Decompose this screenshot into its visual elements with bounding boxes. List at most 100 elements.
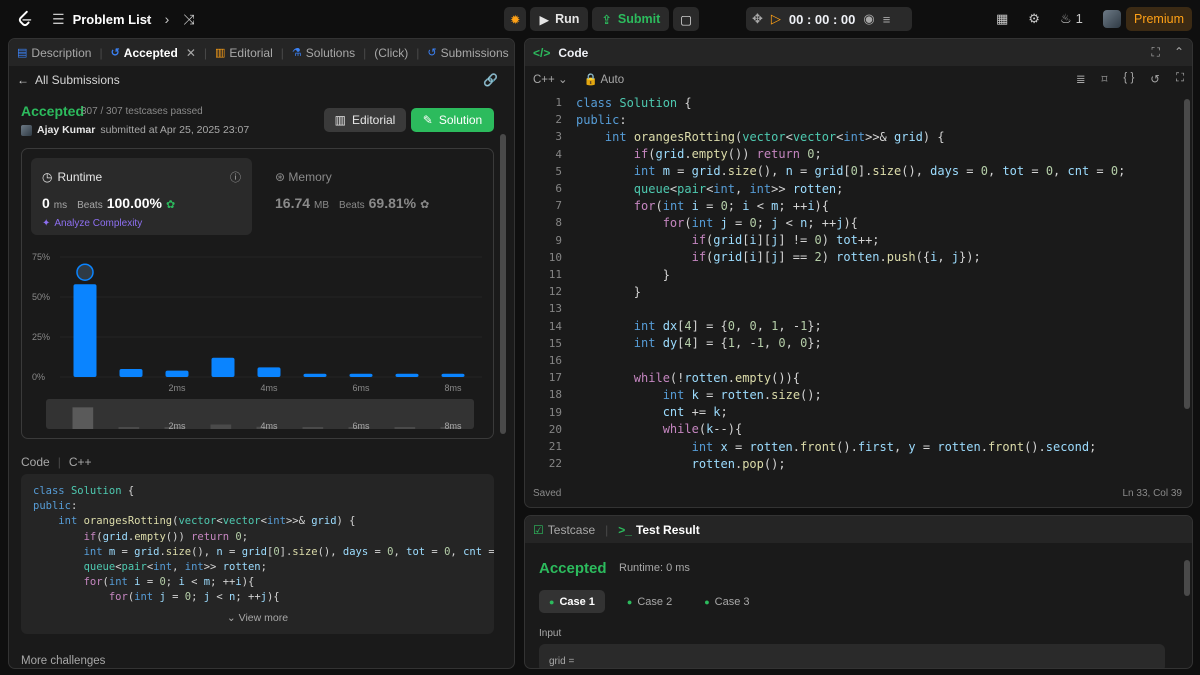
memory-card[interactable]: ⊛ Memory 16.74 MB Beats 69.81% ✿ <box>264 158 484 235</box>
memory-beats-label: Beats <box>339 200 365 211</box>
tab-submissions[interactable]: ↺ Submissions <box>427 46 508 60</box>
input-box: grid = <box>539 644 1165 668</box>
code-line[interactable]: 13 <box>525 300 576 317</box>
code-line[interactable]: 7 for(int i = 0; i < m; ++i){ <box>525 197 829 214</box>
case-tab-2[interactable]: ● Case 2 <box>617 590 682 613</box>
link-icon[interactable]: 🔗 <box>483 73 498 87</box>
editor-scrollbar[interactable] <box>1184 99 1190 409</box>
chart-bar[interactable] <box>165 370 189 377</box>
test-result-status: Accepted <box>539 560 607 577</box>
premium-button[interactable]: Premium <box>1126 7 1192 31</box>
user-avatar-marker <box>76 263 94 281</box>
line-number: 13 <box>548 302 562 316</box>
streak-counter[interactable]: ♨ 1 <box>1060 11 1083 27</box>
top-bar: ☰ Problem List ‹ › ⤨ ✹ ▶ Run ⇪ Submit ▢ … <box>0 0 1200 38</box>
gear-icon[interactable]: ⚙ <box>1028 11 1040 27</box>
input-value: grid = <box>549 656 575 667</box>
prev-problem-icon[interactable]: ‹ <box>146 11 151 27</box>
code-line[interactable]: 19 cnt += k; <box>525 404 728 421</box>
tab-solutions[interactable]: ⚗ Solutions <box>292 46 355 60</box>
code-line[interactable]: 9 if(grid[i][j] != 0) tot++; <box>525 232 879 249</box>
chart-bar[interactable] <box>303 373 327 377</box>
code-line[interactable]: 22 rotten.pop(); <box>525 455 786 472</box>
case-tab-3[interactable]: ● Case 3 <box>694 590 759 613</box>
code-editor[interactable]: 1 class Solution {2 public: 3 int orangesRo… <box>525 92 1185 477</box>
sliders-icon[interactable]: ≡ <box>883 12 891 27</box>
submitter-avatar[interactable] <box>21 124 32 136</box>
chevron-up-icon[interactable]: ⌃ <box>1174 45 1184 60</box>
left-tab-bar: ▤ Description | ↺ Accepted ✕ | ▥ Editorial |… <box>9 39 514 66</box>
solution-button[interactable]: ✎ Solution <box>411 108 494 132</box>
tab-testcase[interactable]: ☑ Testcase <box>533 523 595 537</box>
y-tick-label: 75% <box>32 252 50 262</box>
code-line[interactable]: 2 public: <box>525 111 626 128</box>
chart-bar[interactable] <box>395 373 419 377</box>
bookmark-icon[interactable]: ⌑ <box>1102 72 1108 86</box>
code-line[interactable]: 5 int m = grid.size(), n = grid[0].size(… <box>525 163 1125 180</box>
leetcode-logo[interactable] <box>14 0 36 38</box>
line-text: queue<pair<int, int>> rotten; <box>633 181 844 196</box>
y-tick-label: 50% <box>32 292 50 302</box>
left-scrollbar[interactable] <box>500 134 506 434</box>
submit-button[interactable]: ⇪ Submit <box>592 7 670 31</box>
avatar[interactable] <box>1102 10 1121 28</box>
tab-click[interactable]: (Click) <box>374 46 408 60</box>
code-line[interactable]: 15 int dy[4] = {1, -1, 0, 0}; <box>525 335 822 352</box>
code-line[interactable]: 3 int orangesRotting(vector<vector<int>>… <box>525 128 944 145</box>
chart-bar[interactable] <box>441 373 465 377</box>
code-line[interactable]: 18 int k = rotten.size(); <box>525 386 822 403</box>
tab-editorial[interactable]: ▥ Editorial <box>215 46 273 60</box>
view-more-button[interactable]: ⌄ View more <box>21 612 494 624</box>
code-line[interactable]: 4 if(grid.empty()) return 0; <box>525 146 821 163</box>
submitter-name[interactable]: Ajay Kumar <box>37 124 95 136</box>
fullscreen-icon[interactable]: ⛶ <box>1176 72 1184 86</box>
code-line[interactable]: 10 if(grid[i][j] == 2) rotten.push({i, j… <box>525 249 981 266</box>
eye-icon[interactable]: ◉ <box>863 11 874 27</box>
code-line[interactable]: 16 <box>525 352 576 369</box>
chart-bar[interactable] <box>119 369 143 377</box>
code-line[interactable]: 1 class Solution { <box>525 94 691 111</box>
info-icon[interactable]: ⓘ <box>230 169 241 185</box>
chart-bar[interactable] <box>349 373 373 377</box>
code-line[interactable]: 8 for(int j = 0; j < n; ++j){ <box>525 214 858 231</box>
braces-icon[interactable]: { } <box>1123 72 1134 86</box>
drag-handle-icon[interactable]: ✥ <box>752 11 763 27</box>
code-line[interactable]: 6 queue<pair<int, int>> rotten; <box>525 180 843 197</box>
close-icon[interactable]: ✕ <box>186 46 196 60</box>
tab-description[interactable]: ▤ Description <box>17 46 91 60</box>
code-line[interactable]: 20 while(k--){ <box>525 421 742 438</box>
chart-bar[interactable] <box>73 284 97 377</box>
chart-bar[interactable] <box>257 367 281 377</box>
language-select[interactable]: C++ ⌄ <box>533 72 568 86</box>
tab-accepted[interactable]: ↺ Accepted ✕ <box>111 46 196 60</box>
code-line[interactable]: 11 } <box>525 266 670 283</box>
case-tab-1-label: Case 1 <box>559 595 595 608</box>
test-scrollbar[interactable] <box>1184 560 1190 596</box>
timer-play-icon[interactable]: ▷ <box>771 11 781 27</box>
reset-icon[interactable]: ↺ <box>1150 72 1160 86</box>
shuffle-icon[interactable]: ⤨ <box>183 11 194 28</box>
code-line[interactable]: 21 int x = rotten.front().first, y = rot… <box>525 438 1097 455</box>
next-problem-icon[interactable]: › <box>165 11 170 27</box>
format-icon[interactable]: ≣ <box>1076 72 1086 86</box>
chart-bar[interactable] <box>211 357 235 377</box>
tab-test-result-label: Test Result <box>635 522 700 537</box>
tab-test-result[interactable]: >_ Test Result <box>618 523 699 537</box>
runtime-card[interactable]: ◷ Runtime ⓘ 0 ms Beats 100.00% ✿ ✦ Analyz… <box>31 158 252 235</box>
editorial-button[interactable]: ▥ Editorial <box>324 108 406 132</box>
maximize-icon[interactable]: ⛶ <box>1152 45 1160 60</box>
problem-list-button[interactable]: ☰ Problem List <box>52 0 151 38</box>
code-line[interactable]: 17 while(!rotten.empty()){ <box>525 369 800 386</box>
run-button[interactable]: ▶ Run <box>530 7 589 31</box>
case-tab-1[interactable]: ● Case 1 <box>539 590 605 613</box>
cursor-position: Ln 33, Col 39 <box>1122 488 1183 499</box>
layout-icon[interactable]: ▦ <box>996 11 1008 27</box>
code-line[interactable]: 14 int dx[4] = {0, 0, 1, -1}; <box>525 318 822 335</box>
all-submissions-link[interactable]: ← All Submissions <box>17 73 120 87</box>
analyze-complexity-link[interactable]: ✦ Analyze Complexity <box>42 218 142 229</box>
debug-button[interactable]: ✹ <box>504 7 527 31</box>
code-line[interactable]: 12 } <box>525 283 641 300</box>
auto-mode[interactable]: 🔒 Auto <box>584 72 625 86</box>
notes-button[interactable]: ▢ <box>673 7 700 31</box>
checkbox-icon: ☑ <box>533 522 544 537</box>
